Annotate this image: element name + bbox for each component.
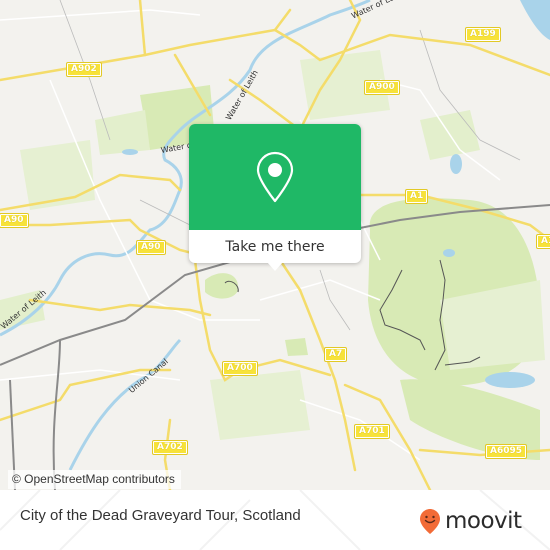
road-a90-west: [0, 218, 202, 257]
moovit-pin-icon: [420, 508, 440, 534]
popup-pointer: [267, 262, 283, 271]
brand-name: moovit: [445, 508, 522, 534]
park-area: [285, 338, 308, 356]
duddingston-loch: [485, 372, 535, 388]
road-shield-a700: A700: [222, 361, 258, 376]
road-shield-a902: A902: [66, 62, 102, 77]
lochend-loch: [450, 154, 462, 174]
road-shield-a900: A900: [364, 80, 400, 95]
road-shield-a1: A1: [404, 189, 429, 204]
place-title: City of the Dead Graveyard Tour, Scotlan…: [20, 507, 301, 524]
firth-of-forth: [520, 0, 550, 40]
road-shield-a701: A701: [354, 424, 390, 439]
location-popup: Take me there: [189, 124, 361, 271]
railway-branch: [52, 339, 61, 490]
map-pin-icon: [256, 151, 294, 203]
popup-header: [189, 124, 361, 230]
park-area: [95, 110, 150, 155]
road-shield-a702: A702: [152, 440, 188, 455]
take-me-there-button[interactable]: Take me there: [189, 230, 361, 263]
st-margarets-loch: [443, 249, 455, 257]
park-area: [205, 273, 239, 299]
road-shield-a199: A199: [465, 27, 501, 42]
pond: [122, 149, 138, 155]
road-shield-a1: A1: [535, 234, 550, 249]
moovit-logo[interactable]: moovit: [419, 507, 522, 535]
map-attribution[interactable]: © OpenStreetMap contributors: [8, 470, 181, 489]
road-shield-a6095: A6095: [484, 444, 528, 459]
road-shield-a90: A90: [0, 213, 29, 228]
road-shield-a90: A90: [136, 240, 166, 255]
road-shield-a7: A7: [323, 347, 348, 362]
